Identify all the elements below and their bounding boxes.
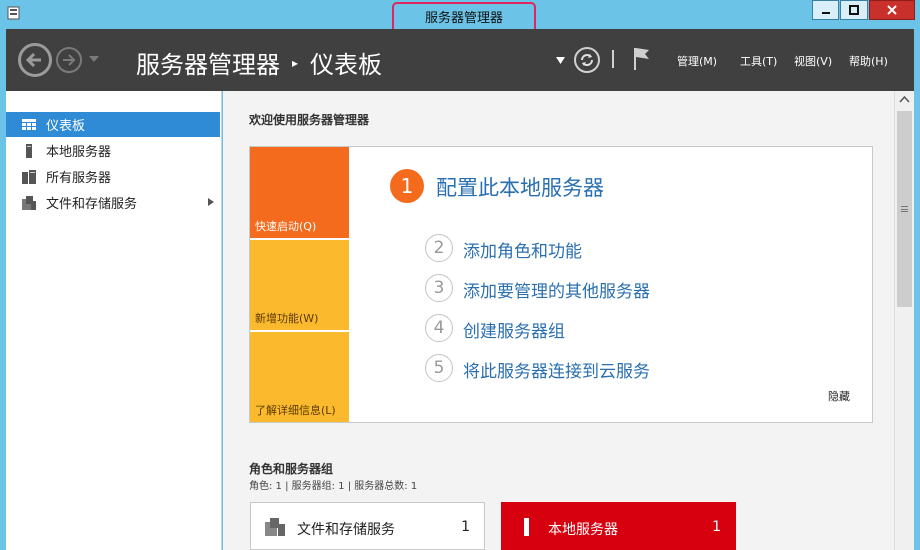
sidebar-item-label: 所有服务器 — [46, 171, 112, 186]
hide-link[interactable]: 隐藏 — [828, 388, 850, 404]
refresh-icon — [581, 54, 593, 66]
scroll-thumb[interactable] — [897, 111, 912, 307]
quick-start-panel: 快速启动(Q) 新增功能(W) 了解详细信息(L) 1 配置此本地服务器 2 添… — [249, 146, 873, 423]
role-card-local-server[interactable]: 本地服务器 1 — [501, 502, 736, 550]
tile-learn-more[interactable]: 了解详细信息(L) — [250, 332, 349, 422]
add-servers-link[interactable]: 添加要管理的其他服务器 — [463, 277, 650, 302]
minimize-icon — [821, 12, 830, 14]
dropdown-arrow-icon[interactable] — [556, 57, 565, 64]
configure-local-server-link[interactable]: 配置此本地服务器 — [436, 172, 604, 202]
vertical-scrollbar[interactable] — [894, 91, 914, 550]
sidebar-item-all-servers[interactable]: 所有服务器 — [6, 164, 220, 189]
notifications-flag-icon[interactable] — [632, 47, 652, 71]
menu-manage[interactable]: 管理(M) — [677, 53, 717, 69]
file-storage-icon — [265, 518, 285, 536]
sidebar: 仪表板 本地服务器 所有服务器 文件和存储服务 — [6, 91, 222, 550]
header-bar: 服务器管理器 ▸ 仪表板 管理(M) 工具(T) 视图(V) 帮助(H) — [6, 29, 914, 91]
scroll-grip-icon — [901, 206, 908, 212]
tile-whats-new[interactable]: 新增功能(W) — [250, 240, 349, 330]
refresh-button[interactable] — [574, 47, 600, 73]
connect-cloud-link[interactable]: 将此服务器连接到云服务 — [463, 357, 650, 382]
step-number-badge: 2 — [425, 234, 453, 262]
tile-quick-start[interactable]: 快速启动(Q) — [250, 147, 349, 238]
step-number-badge: 3 — [425, 274, 453, 302]
title-bar: 服务器管理器 — [0, 0, 920, 36]
forward-arrow-icon — [63, 54, 76, 66]
forward-button[interactable] — [56, 47, 82, 73]
step-number-badge: 5 — [425, 354, 453, 382]
tile-label: 了解详细信息(L) — [255, 404, 336, 417]
dashboard-main: 欢迎使用服务器管理器 快速启动(Q) 新增功能(W) 了解详细信息(L) 1 配… — [223, 91, 894, 550]
maximize-icon — [849, 5, 859, 15]
file-storage-icon — [22, 195, 36, 210]
close-button[interactable] — [869, 0, 915, 20]
roles-summary: 角色: 1 | 服务器组: 1 | 服务器总数: 1 — [249, 481, 418, 492]
server-icon — [26, 143, 32, 158]
history-dropdown-icon[interactable] — [88, 54, 100, 64]
divider — [612, 50, 614, 68]
scroll-up-icon[interactable] — [895, 91, 914, 109]
breadcrumb-current: 仪表板 — [310, 51, 383, 79]
back-button[interactable] — [18, 43, 52, 77]
menu-tools[interactable]: 工具(T) — [740, 53, 777, 69]
minimize-button[interactable] — [812, 0, 839, 20]
sidebar-item-label: 文件和存储服务 — [46, 197, 138, 212]
breadcrumb: 服务器管理器 ▸ 仪表板 — [136, 45, 382, 80]
sidebar-item-dashboard[interactable]: 仪表板 — [6, 112, 220, 137]
dashboard-icon — [22, 118, 36, 130]
expand-arrow-icon[interactable] — [208, 198, 214, 206]
welcome-heading: 欢迎使用服务器管理器 — [249, 113, 370, 127]
server-icon — [524, 518, 529, 536]
role-card-name: 本地服务器 — [548, 522, 618, 538]
step-number-badge: 4 — [425, 314, 453, 342]
step-number-badge: 1 — [390, 169, 424, 203]
role-card-file-storage[interactable]: 文件和存储服务 1 — [250, 502, 485, 550]
maximize-button[interactable] — [840, 0, 868, 20]
breadcrumb-separator: ▸ — [292, 55, 299, 70]
servers-icon — [22, 169, 36, 184]
sidebar-item-label: 本地服务器 — [46, 145, 112, 160]
breadcrumb-root[interactable]: 服务器管理器 — [136, 45, 280, 80]
roles-heading: 角色和服务器组 — [249, 462, 334, 476]
menu-help[interactable]: 帮助(H) — [849, 53, 888, 69]
menu-view[interactable]: 视图(V) — [794, 53, 832, 69]
sidebar-item-local-server[interactable]: 本地服务器 — [6, 138, 220, 163]
sidebar-item-label: 仪表板 — [46, 119, 86, 134]
role-card-count: 1 — [712, 519, 721, 535]
sidebar-item-file-storage[interactable]: 文件和存储服务 — [6, 190, 220, 215]
add-roles-link[interactable]: 添加角色和功能 — [463, 237, 582, 262]
role-card-count: 1 — [461, 519, 470, 535]
app-icon — [7, 6, 20, 20]
tile-label: 快速启动(Q) — [255, 220, 317, 233]
create-server-group-link[interactable]: 创建服务器组 — [463, 317, 565, 342]
role-card-name: 文件和存储服务 — [297, 522, 395, 538]
back-arrow-icon — [25, 52, 41, 68]
tile-label: 新增功能(W) — [255, 312, 319, 325]
close-icon — [887, 5, 897, 15]
